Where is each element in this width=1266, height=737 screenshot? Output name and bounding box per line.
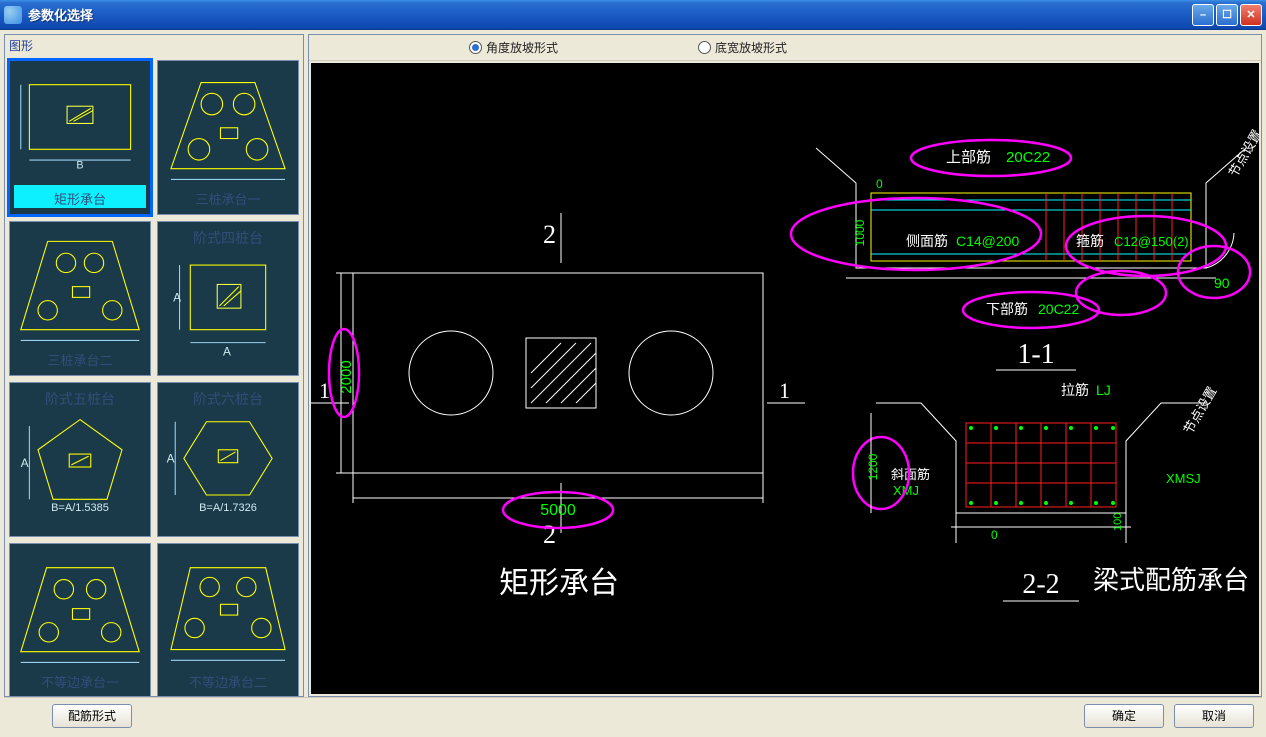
sec11-zero: 0: [876, 177, 883, 191]
section-2-2: 拉筋 LJ 斜面筋 XMJ XMSJ 1200 0 100 节点设置: [853, 382, 1249, 601]
cancel-button[interactable]: 取消: [1174, 704, 1254, 728]
template-panel: 图形 B: [4, 34, 304, 697]
slope-label: 斜面筋: [891, 467, 930, 482]
sec11-height: 1000: [853, 219, 867, 246]
section-mark-bottom: 2: [543, 520, 556, 549]
thumb-preview: A A: [158, 222, 298, 373]
section-mark-right: 1: [779, 378, 790, 403]
plan-view: 2 2 1 1 5000: [311, 213, 805, 600]
template-grid: B 矩形承台: [9, 60, 299, 696]
sec22-label: 2-2: [1022, 569, 1059, 600]
maximize-button[interactable]: ☐: [1216, 4, 1238, 26]
template-unequal-cap-2[interactable]: 不等边承台二: [157, 543, 299, 696]
top-bar-value: 20C22: [1006, 149, 1050, 166]
button-label: 取消: [1202, 707, 1226, 724]
tie-label: 拉筋: [1061, 382, 1089, 399]
radio-width-slope[interactable]: 底宽放坡形式: [698, 39, 787, 56]
svg-text:A: A: [223, 345, 231, 359]
sec22-note-right: 节点设置: [1181, 384, 1220, 437]
titlebar: 参数化选择 – ☐ ✕: [0, 0, 1266, 30]
thumb-formula: B=A/1.5385: [51, 502, 109, 514]
sec11-angle: 90: [1214, 275, 1230, 291]
radio-angle-slope[interactable]: 角度放坡形式: [469, 39, 558, 56]
rebar-style-button[interactable]: 配筋形式: [52, 704, 132, 728]
radio-label: 底宽放坡形式: [715, 39, 787, 56]
main-area: 角度放坡形式 底宽放坡形式: [308, 34, 1262, 697]
thumb-preview: [158, 544, 298, 695]
panel-caption: 图形: [9, 37, 299, 54]
section-mark-top: 2: [543, 220, 556, 249]
work-row: 图形 B: [4, 34, 1262, 697]
thumb-formula: B=A/1.7326: [199, 502, 257, 514]
minimize-button[interactable]: –: [1192, 4, 1214, 26]
tie-value: LJ: [1096, 382, 1111, 398]
sec11-label: 1-1: [1017, 339, 1054, 370]
button-label: 确定: [1112, 707, 1136, 724]
thumb-label: 矩形承台: [54, 192, 106, 207]
template-step-five-pile[interactable]: 阶式五桩台 A B=A/1.5385: [9, 382, 151, 537]
template-rect-cap[interactable]: B 矩形承台: [9, 60, 151, 215]
svg-text:A: A: [173, 291, 181, 305]
sec11-note-right: 节点设置: [1226, 127, 1261, 180]
template-three-pile-1[interactable]: 三桩承台一: [157, 60, 299, 215]
thumb-preview: B: [10, 61, 150, 190]
sec22-zero: 0: [991, 528, 998, 542]
stirrup-label: 箍筋: [1076, 233, 1104, 250]
sec22-title: 梁式配筋承台: [1093, 566, 1249, 595]
cad-viewport[interactable]: 2 2 1 1 5000: [309, 61, 1261, 696]
template-unequal-cap-1[interactable]: 不等边承台一: [9, 543, 151, 696]
top-bar-label: 上部筋: [946, 149, 991, 166]
window-buttons: – ☐ ✕: [1192, 4, 1262, 26]
template-three-pile-2[interactable]: 三桩承台二: [9, 221, 151, 376]
sec22-height: 1200: [866, 453, 880, 480]
side-bar-value: C14@200: [956, 233, 1019, 249]
option-row: 角度放坡形式 底宽放坡形式: [309, 35, 1261, 61]
app-icon: [4, 6, 22, 24]
plan-title: 矩形承台: [499, 567, 619, 600]
svg-text:A: A: [21, 456, 29, 470]
stirrup-value: C12@150(2): [1114, 234, 1189, 249]
side-bar-label: 侧面筋: [906, 233, 948, 250]
radio-label: 角度放坡形式: [486, 39, 558, 56]
svg-text:A: A: [167, 452, 175, 466]
template-step-six-pile[interactable]: 阶式六桩台 A B=A/1.7326: [157, 382, 299, 537]
radio-dot-icon: [698, 41, 711, 54]
plan-height: 2000: [338, 360, 355, 393]
window-title: 参数化选择: [28, 5, 1192, 24]
section-1-1: 上部筋 20C22 侧面筋 C14@200 箍筋 C12@150(2) 下部筋 …: [791, 127, 1261, 370]
radio-dot-icon: [469, 41, 482, 54]
client-area: 图形 B: [0, 30, 1266, 737]
button-label: 配筋形式: [68, 707, 116, 724]
thumb-preview: [10, 222, 150, 373]
ok-button[interactable]: 确定: [1084, 704, 1164, 728]
close-button[interactable]: ✕: [1240, 4, 1262, 26]
plan-width: 5000: [540, 502, 576, 519]
svg-text:B: B: [76, 160, 83, 172]
xmsj-label: XMSJ: [1166, 471, 1201, 486]
thumb-preview: [10, 544, 150, 695]
template-step-four-pile[interactable]: 阶式四桩台 A A: [157, 221, 299, 376]
sec22-leg: 100: [1112, 513, 1124, 531]
template-scroll[interactable]: B 矩形承台: [5, 56, 303, 696]
button-row: 配筋形式 确定 取消: [4, 697, 1262, 733]
bottom-bar-value: 20C22: [1038, 301, 1079, 317]
bottom-bar-label: 下部筋: [986, 301, 1028, 318]
thumb-preview: [158, 61, 298, 212]
